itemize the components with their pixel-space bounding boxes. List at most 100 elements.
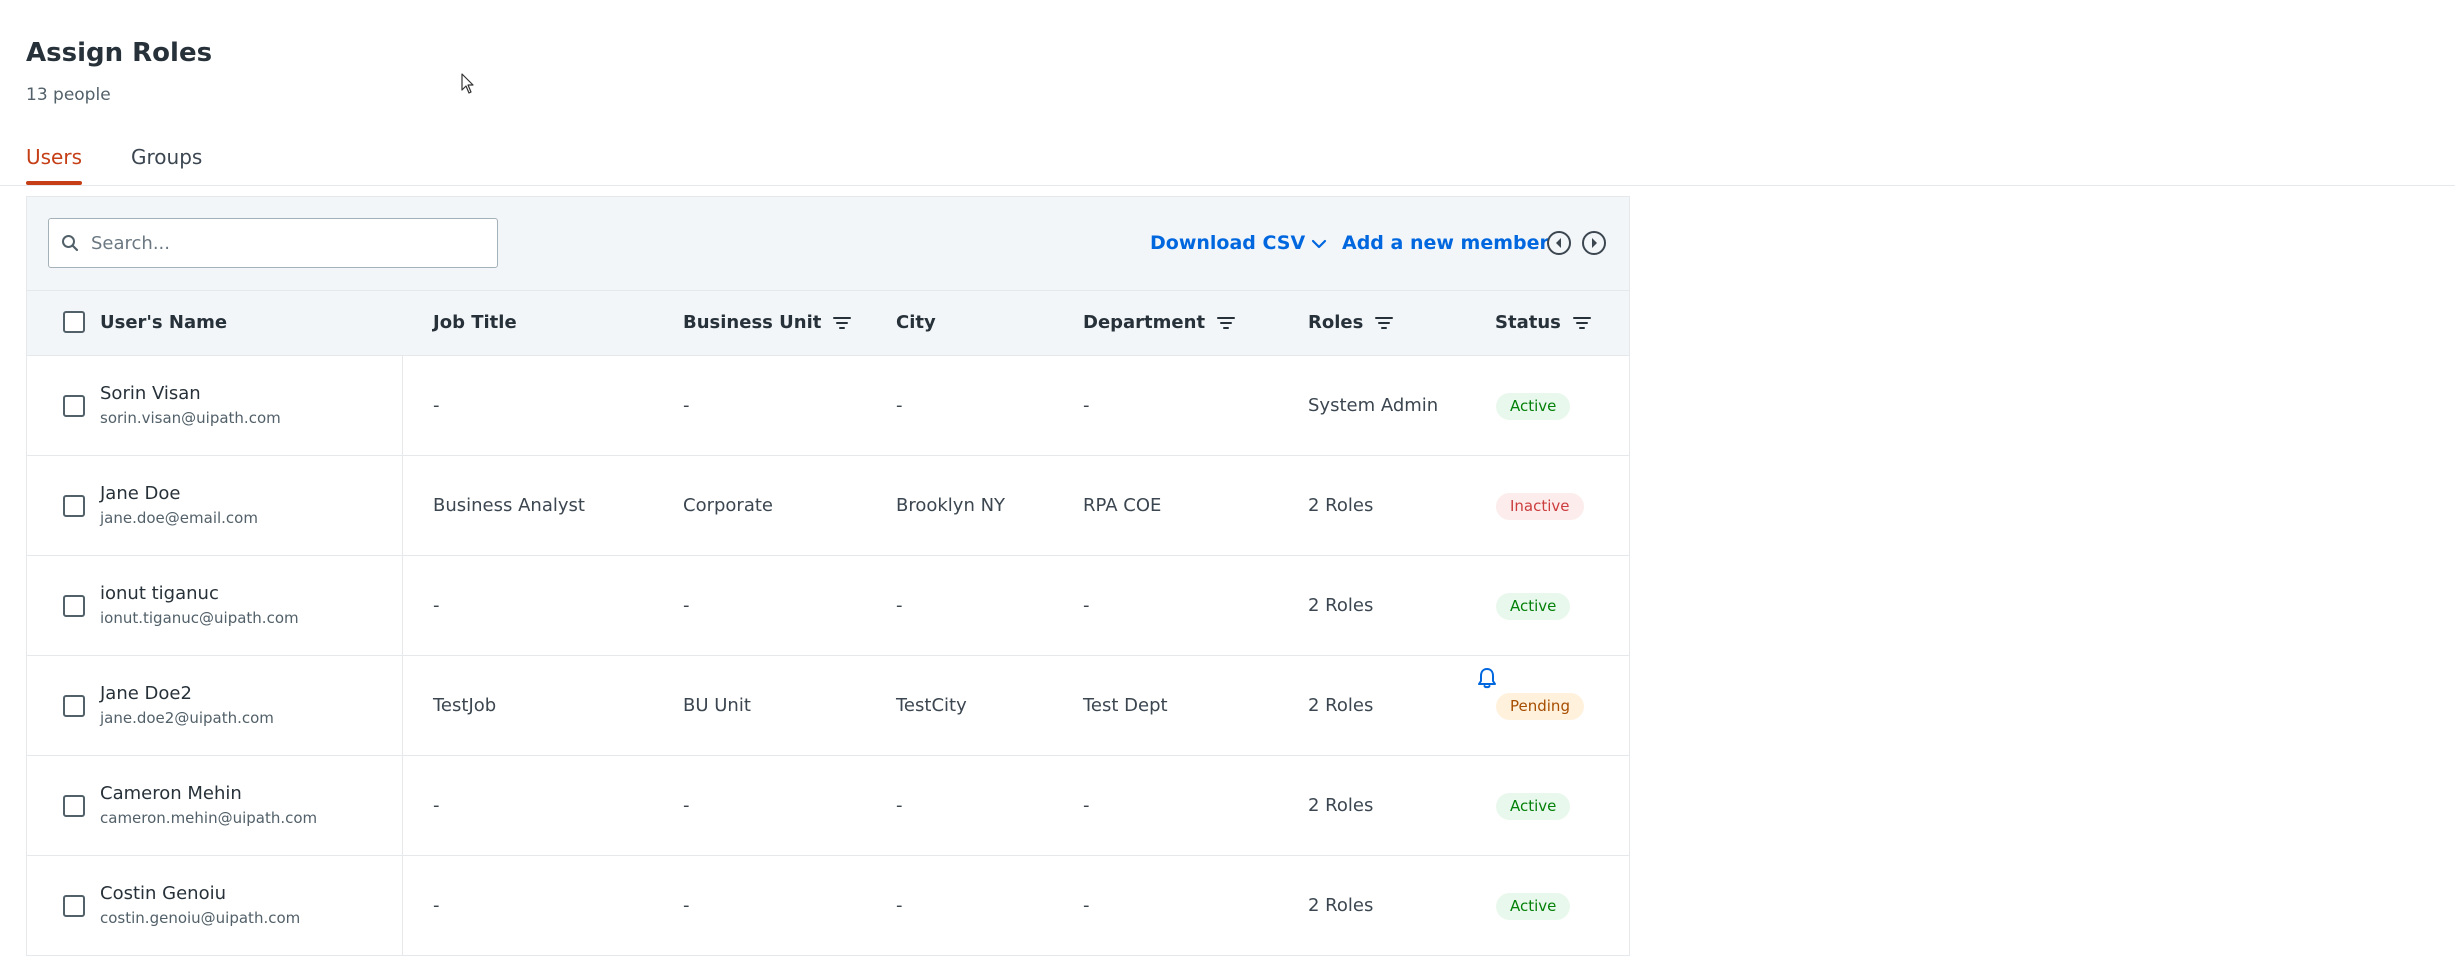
table-row[interactable]: ionut tiganuc ionut.tiganuc@uipath.com -… [27, 556, 1629, 656]
roles-cell[interactable]: 2 Roles [1308, 694, 1373, 718]
row-checkbox[interactable] [63, 395, 85, 417]
user-email: jane.doe@email.com [100, 509, 258, 527]
column-header-status-label: Status [1495, 312, 1561, 333]
tab-users[interactable]: Users [26, 144, 82, 170]
active-tab-indicator [26, 181, 82, 185]
column-divider [402, 656, 403, 755]
column-header-business-unit-label: Business Unit [683, 312, 822, 333]
city-cell: - [896, 395, 903, 416]
status-badge: Active [1496, 793, 1571, 820]
user-email: cameron.mehin@uipath.com [100, 809, 318, 827]
mouse-cursor-icon [461, 73, 474, 94]
tab-groups[interactable]: Groups [131, 144, 202, 170]
job-title-cell: Business Analyst [433, 495, 585, 516]
column-divider [402, 856, 403, 955]
add-new-member-button[interactable]: Add a new member [1342, 230, 1549, 256]
column-header-status[interactable]: Status [1495, 311, 1591, 335]
city-cell: - [896, 895, 903, 916]
tab-bar: Users Groups [0, 136, 2455, 186]
status-badge: Pending [1496, 693, 1584, 720]
column-divider [402, 556, 403, 655]
city-cell: - [896, 595, 903, 616]
search-icon [62, 235, 79, 252]
page-header: Assign Roles 13 people [26, 36, 212, 106]
user-name-cell: ionut tiganuc ionut.tiganuc@uipath.com [100, 582, 299, 628]
select-all-checkbox[interactable] [63, 311, 85, 333]
row-checkbox[interactable] [63, 895, 85, 917]
status-badge: Active [1496, 593, 1571, 620]
department-cell: - [1083, 395, 1090, 416]
row-checkbox[interactable] [63, 795, 85, 817]
download-csv-button[interactable]: Download CSV [1150, 230, 1327, 256]
table-row[interactable]: Cameron Mehin cameron.mehin@uipath.com -… [27, 756, 1629, 856]
user-name-cell: Jane Doe2 jane.doe2@uipath.com [100, 682, 274, 728]
column-header-roles[interactable]: Roles [1308, 311, 1394, 335]
roles-cell[interactable]: 2 Roles [1308, 794, 1373, 818]
column-header-name[interactable]: User's Name [100, 311, 227, 335]
table-toolbar: Download CSV Add a new member [27, 197, 1629, 290]
user-name: Jane Doe2 [100, 683, 192, 704]
department-cell: Test Dept [1083, 695, 1168, 716]
department-cell: - [1083, 795, 1090, 816]
department-cell: - [1083, 595, 1090, 616]
arrow-left-circle-icon[interactable] [1546, 230, 1572, 256]
filter-icon[interactable] [833, 316, 852, 330]
business-unit-cell: - [683, 595, 690, 616]
user-name-cell: Sorin Visan sorin.visan@uipath.com [100, 382, 281, 428]
arrow-right-circle-icon[interactable] [1581, 230, 1607, 256]
filter-icon[interactable] [1572, 316, 1591, 330]
search-box [48, 218, 498, 268]
page-title: Assign Roles [26, 38, 213, 68]
column-divider [402, 356, 403, 455]
user-name: Costin Genoiu [100, 883, 226, 904]
status-badge: Active [1496, 893, 1571, 920]
city-cell: - [896, 795, 903, 816]
column-divider [402, 456, 403, 555]
column-header-job-title[interactable]: Job Title [433, 311, 517, 335]
business-unit-cell: - [683, 795, 690, 816]
user-name-cell: Jane Doe jane.doe@email.com [100, 482, 258, 528]
row-checkbox[interactable] [63, 495, 85, 517]
table-header: User's Name Job Title Business Unit City… [27, 290, 1629, 356]
column-header-roles-label: Roles [1308, 312, 1364, 333]
filter-icon[interactable] [1217, 316, 1236, 330]
department-cell: - [1083, 895, 1090, 916]
roles-cell[interactable]: System Admin [1308, 394, 1438, 418]
job-title-cell: - [433, 595, 440, 616]
column-divider [402, 756, 403, 855]
roles-cell[interactable]: 2 Roles [1308, 494, 1373, 518]
business-unit-cell: - [683, 895, 690, 916]
user-name: Jane Doe [100, 483, 181, 504]
row-checkbox[interactable] [63, 695, 85, 717]
job-title-cell: - [433, 895, 440, 916]
table-row[interactable]: Sorin Visan sorin.visan@uipath.com - - -… [27, 356, 1629, 456]
user-name-cell: Cameron Mehin cameron.mehin@uipath.com [100, 782, 317, 828]
column-header-department[interactable]: Department [1083, 311, 1236, 335]
roles-cell[interactable]: 2 Roles [1308, 594, 1373, 618]
search-input[interactable] [91, 219, 491, 267]
column-header-city[interactable]: City [896, 311, 936, 335]
city-cell: TestCity [896, 695, 967, 716]
filter-icon[interactable] [1375, 316, 1394, 330]
column-header-department-label: Department [1083, 312, 1206, 333]
job-title-cell: TestJob [433, 695, 497, 716]
table-row[interactable]: Jane Doe2 jane.doe2@uipath.com TestJob B… [27, 656, 1629, 756]
business-unit-cell: Corporate [683, 495, 773, 516]
department-cell: RPA COE [1083, 495, 1162, 516]
user-name-cell: Costin Genoiu costin.genoiu@uipath.com [100, 882, 300, 928]
status-badge: Inactive [1496, 493, 1584, 520]
job-title-cell: - [433, 795, 440, 816]
table-row[interactable]: Costin Genoiu costin.genoiu@uipath.com -… [27, 856, 1629, 956]
row-checkbox[interactable] [63, 595, 85, 617]
download-csv-label: Download CSV [1150, 232, 1306, 254]
city-cell: Brooklyn NY [896, 495, 1006, 516]
roles-cell[interactable]: 2 Roles [1308, 894, 1373, 918]
table-row[interactable]: Jane Doe jane.doe@email.com Business Ana… [27, 456, 1629, 556]
column-header-business-unit[interactable]: Business Unit [683, 311, 852, 335]
bell-icon[interactable] [1477, 667, 1497, 689]
business-unit-cell: BU Unit [683, 695, 751, 716]
user-email: costin.genoiu@uipath.com [100, 909, 301, 927]
job-title-cell: - [433, 395, 440, 416]
status-badge: Active [1496, 393, 1571, 420]
people-count: 13 people [26, 85, 111, 105]
